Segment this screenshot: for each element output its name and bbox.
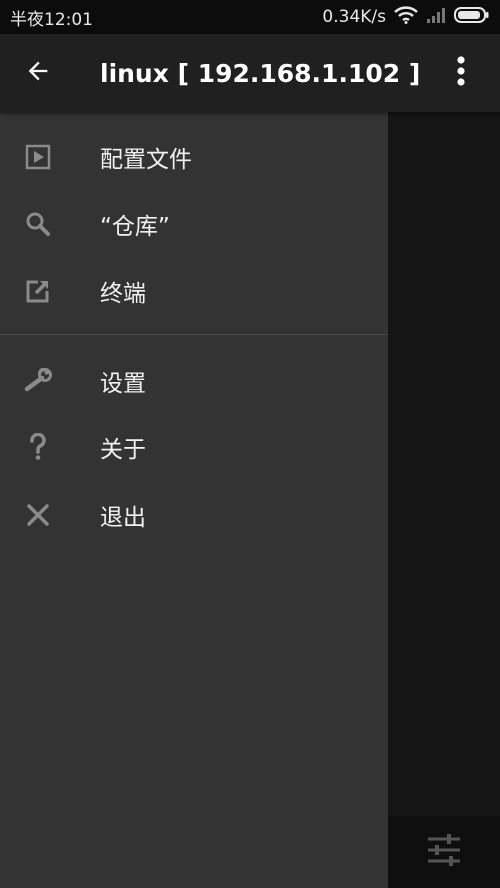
wifi-icon xyxy=(394,5,418,29)
battery-icon xyxy=(454,6,490,29)
menu-item-about[interactable]: 关于 xyxy=(0,414,388,480)
menu-item-terminal[interactable]: 终端 xyxy=(0,258,388,324)
menu-label-profiles: 配置文件 xyxy=(100,147,192,173)
status-indicators: 0.34K/s xyxy=(322,5,490,29)
network-speed: 0.34K/s xyxy=(322,7,386,27)
navigation-drawer: 配置文件 “仓库” 终端 设置 关于 退出 xyxy=(0,112,388,888)
status-time: 半夜12:01 xyxy=(10,9,93,30)
menu-label-repository: “仓库” xyxy=(100,214,170,240)
play-box-icon xyxy=(0,124,76,190)
edit-icon xyxy=(0,258,76,324)
menu-label-terminal: 终端 xyxy=(100,281,146,307)
menu-item-settings[interactable]: 设置 xyxy=(0,348,388,414)
menu-item-profiles[interactable]: 配置文件 xyxy=(0,124,388,190)
menu-item-exit[interactable]: 退出 xyxy=(0,482,388,548)
app-bar: linux [ 192.168.1.102 ] xyxy=(0,34,500,112)
menu-label-about: 关于 xyxy=(100,437,146,463)
signal-icon xyxy=(426,7,446,28)
help-icon xyxy=(0,414,76,480)
search-icon xyxy=(0,191,76,257)
more-options-button[interactable] xyxy=(422,34,500,112)
back-button[interactable] xyxy=(0,34,76,112)
wrench-icon xyxy=(0,348,76,414)
menu-label-settings: 设置 xyxy=(100,371,146,397)
arrow-back-icon xyxy=(24,57,52,89)
status-bar: 半夜12:01 0.34K/s xyxy=(0,0,500,34)
main-content-area[interactable] xyxy=(388,112,500,888)
menu-divider xyxy=(0,334,388,335)
app-title: linux [ 192.168.1.102 ] xyxy=(100,58,421,88)
more-vert-icon xyxy=(456,55,466,91)
close-icon xyxy=(0,482,76,548)
sliders-icon[interactable] xyxy=(426,833,462,871)
menu-item-repository[interactable]: “仓库” xyxy=(0,191,388,257)
menu-label-exit: 退出 xyxy=(100,505,146,531)
bottom-toolbar xyxy=(388,816,500,888)
